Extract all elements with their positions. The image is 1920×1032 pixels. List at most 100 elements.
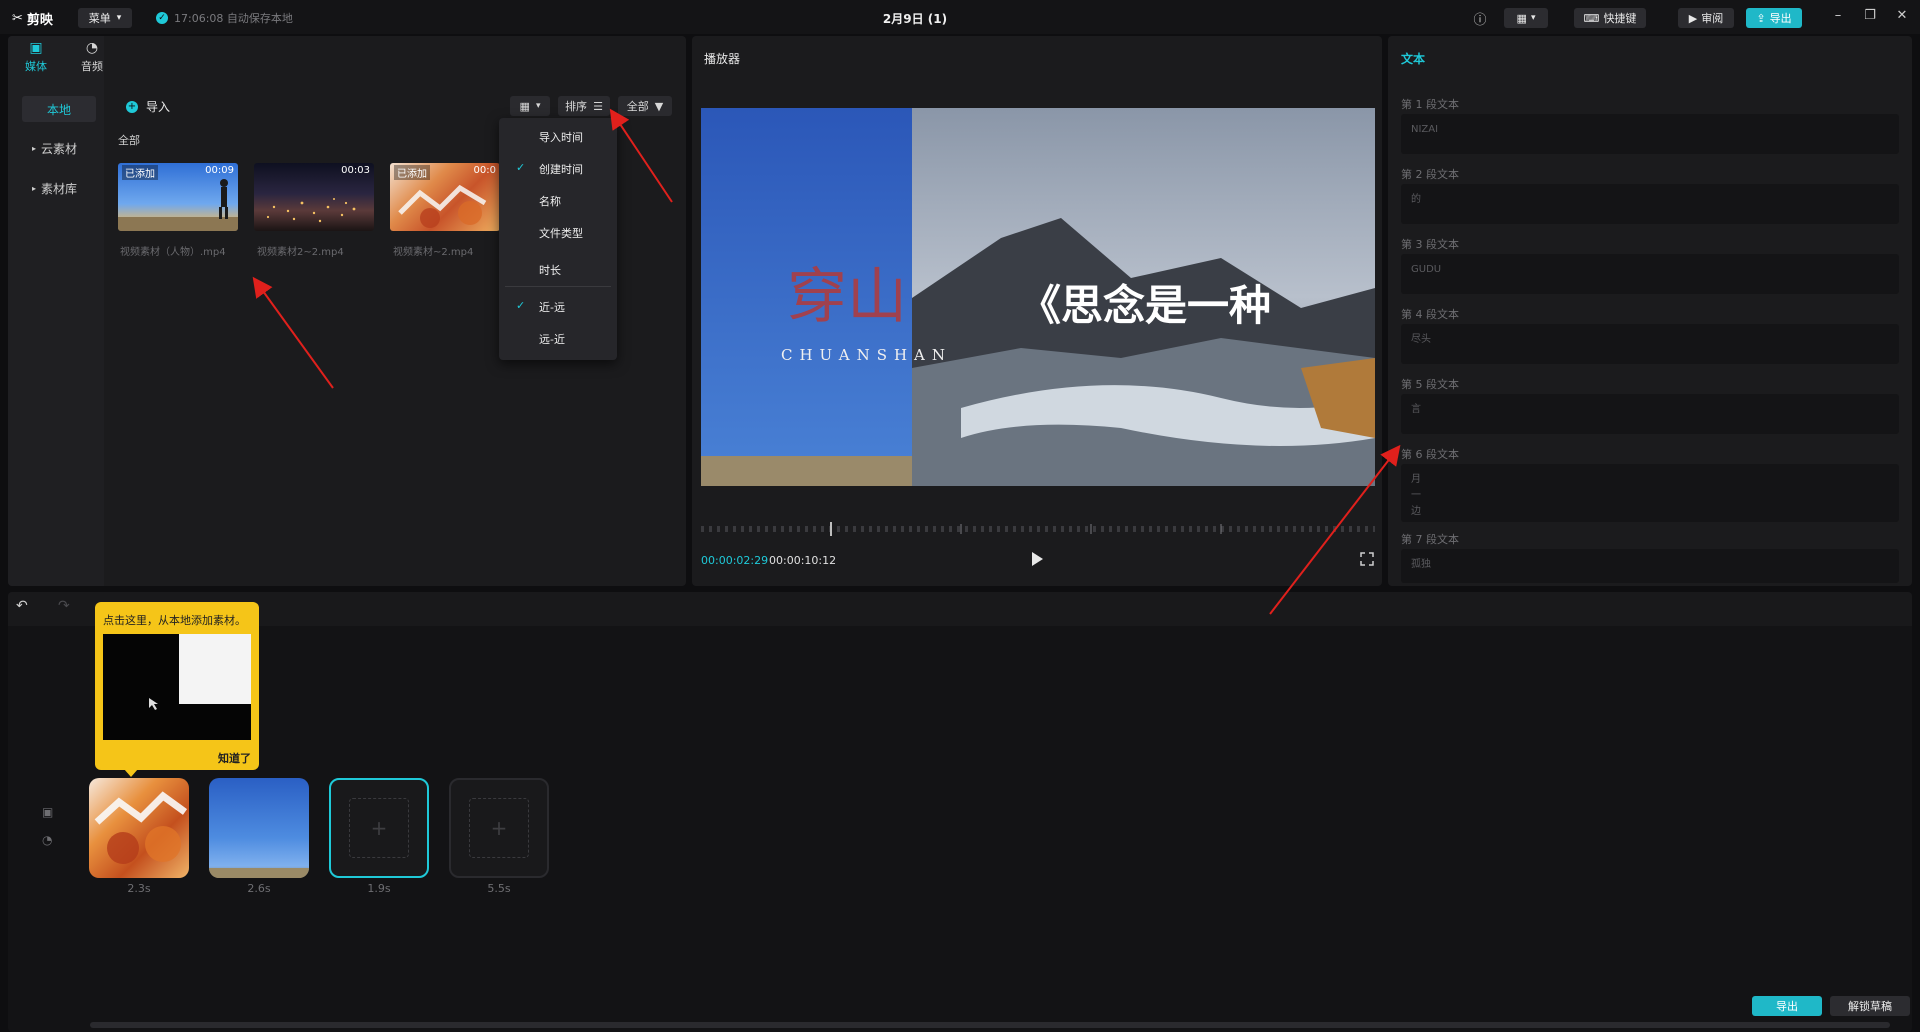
total-time: 00:00:10:12: [769, 554, 837, 567]
tab-audio[interactable]: ◔ 音频: [72, 40, 112, 74]
upload-icon: ⇪: [1756, 11, 1766, 25]
player-title: 播放器: [704, 52, 741, 66]
duration-label: 00:09: [205, 165, 234, 176]
tooltip-text: 点击这里，从本地添加素材。: [103, 614, 246, 627]
tab-media[interactable]: ▣ 媒体: [16, 40, 56, 74]
sort-order-far-near[interactable]: 远-近: [539, 331, 565, 347]
sidebar-item-library[interactable]: ▸ 素材库: [22, 175, 96, 201]
redo-icon[interactable]: ↷: [58, 598, 70, 614]
shortcuts-button[interactable]: ⌨ 快捷键: [1574, 8, 1646, 28]
paragraph-input[interactable]: 孤独: [1401, 549, 1899, 583]
media-icon: ▣: [29, 40, 43, 56]
clip-thumbnail: [94, 791, 188, 864]
paragraph-input[interactable]: 月 一 边: [1401, 464, 1899, 522]
media-item-name: 视频素材（人物）.mp4: [120, 247, 226, 258]
added-tag: 已添加: [394, 165, 430, 180]
unlock-draft-button[interactable]: 解锁草稿: [1830, 996, 1910, 1016]
overlay-title: 穿山: [787, 262, 907, 332]
sort-order-near-far[interactable]: 近-远: [539, 299, 565, 315]
add-clip-slot: +: [349, 798, 409, 858]
plus-circle-icon: +: [126, 100, 138, 113]
clip-duration: 2.3s: [127, 882, 151, 895]
close-icon[interactable]: ✕: [1892, 8, 1912, 23]
video-track-icon[interactable]: ▣: [42, 805, 53, 819]
sort-option-duration[interactable]: 时长: [539, 262, 561, 278]
fullscreen-icon[interactable]: [1360, 552, 1374, 566]
plus-icon: +: [370, 816, 388, 840]
timeline-clip[interactable]: [209, 778, 309, 878]
paragraph-input[interactable]: NIZAI: [1401, 114, 1899, 154]
document-title: 2月9日 (1): [882, 12, 948, 26]
import-button[interactable]: + 导入: [126, 98, 170, 115]
timeline-clip-placeholder-selected[interactable]: +: [329, 778, 429, 878]
undo-icon[interactable]: ↶: [16, 598, 28, 614]
plus-icon: +: [490, 816, 508, 840]
duration-label: 00:0: [473, 165, 496, 176]
sidebar-item-cloud[interactable]: ▸ 云素材: [22, 135, 96, 161]
timeline-clip[interactable]: [89, 778, 189, 878]
sort-icon: ☰: [593, 99, 603, 113]
media-item-1[interactable]: 已添加 00:09: [118, 163, 238, 231]
bottom-export-button[interactable]: 导出: [1752, 996, 1822, 1016]
sort-option-name[interactable]: 名称: [539, 193, 561, 209]
clip-duration: 2.6s: [247, 882, 271, 895]
review-button[interactable]: ▶ 审阅: [1678, 8, 1734, 28]
sidebar-item-label: 云素材: [41, 141, 78, 156]
paragraph-input[interactable]: 尽头: [1401, 324, 1899, 364]
export-button[interactable]: ⇪ 导出: [1746, 8, 1802, 28]
tooltip-dismiss-button[interactable]: 知道了: [218, 750, 251, 766]
grid-icon: ▦: [519, 99, 530, 113]
paragraph-label: 第 1 段文本: [1401, 98, 1459, 111]
paragraph-label: 第 2 段文本: [1401, 168, 1459, 181]
video-preview[interactable]: 穿山 CHUANSHAN 《思念是一种: [701, 108, 1375, 486]
layout-button[interactable]: ▦ ▾: [1504, 8, 1548, 28]
tab-audio-label: 音频: [81, 60, 103, 73]
restore-icon[interactable]: ❐: [1860, 8, 1880, 23]
media-item-name: 视频素材~2.mp4: [393, 247, 474, 258]
tooltip-preview: [103, 634, 251, 740]
current-time: 00:00:02:29: [701, 554, 769, 567]
caret-right-icon: ▸: [32, 143, 37, 153]
sort-option-import-time[interactable]: 导入时间: [539, 129, 583, 145]
horizontal-scrollbar[interactable]: [90, 1022, 1890, 1028]
help-icon[interactable]: ⓘ: [1470, 9, 1490, 28]
clip-duration: 1.9s: [367, 882, 391, 895]
sidebar-item-label: 本地: [46, 102, 71, 117]
timeline-scrubber[interactable]: [701, 522, 1375, 536]
sidebar-item-label: 素材库: [41, 181, 78, 196]
check-icon: ✓: [516, 299, 526, 312]
duration-label: 00:03: [341, 165, 370, 176]
paragraph-input[interactable]: 言: [1401, 394, 1899, 434]
play-icon[interactable]: [1030, 551, 1044, 567]
sort-option-created-time[interactable]: 创建时间: [539, 161, 583, 177]
timeline-clip-placeholder[interactable]: +: [449, 778, 549, 878]
sort-option-file-type[interactable]: 文件类型: [539, 225, 583, 241]
sidebar-item-local[interactable]: 本地: [22, 96, 96, 122]
media-item-2[interactable]: 00:03: [254, 163, 374, 231]
media-item-name: 视频素材2~2.mp4: [257, 247, 344, 258]
export-label: 导出: [1769, 12, 1792, 25]
paragraph-label: 第 6 段文本: [1401, 448, 1459, 461]
filter-icon: ▼: [654, 99, 664, 113]
view-toggle-button[interactable]: ▦ ▾: [510, 96, 550, 116]
tooltip-animation: [149, 634, 251, 710]
add-clip-slot: +: [469, 798, 529, 858]
timeline-toolbar: [8, 592, 1912, 626]
chevron-down-icon: ▾: [1530, 13, 1536, 23]
sort-button[interactable]: 排序 ☰: [558, 96, 610, 116]
filter-button[interactable]: 全部 ▼: [618, 96, 672, 116]
overlay-quote: 《思念是一种: [1019, 281, 1272, 330]
overlay-subtitle: CHUANSHAN: [781, 346, 953, 364]
minimize-icon[interactable]: –: [1828, 8, 1848, 23]
import-label: 导入: [146, 100, 171, 114]
audio-track-icon[interactable]: ◔: [42, 833, 52, 847]
all-media-label: 全部: [118, 134, 140, 147]
paragraph-input[interactable]: GUDU: [1401, 254, 1899, 294]
menu-divider: [505, 286, 611, 287]
review-label: 审阅: [1701, 12, 1724, 25]
clip-duration: 5.5s: [487, 882, 511, 895]
filter-label: 全部: [626, 100, 649, 113]
media-item-3[interactable]: 已添加 00:0: [390, 163, 500, 231]
paragraph-input[interactable]: 的: [1401, 184, 1899, 224]
layout-icon: ▦: [1516, 11, 1527, 25]
